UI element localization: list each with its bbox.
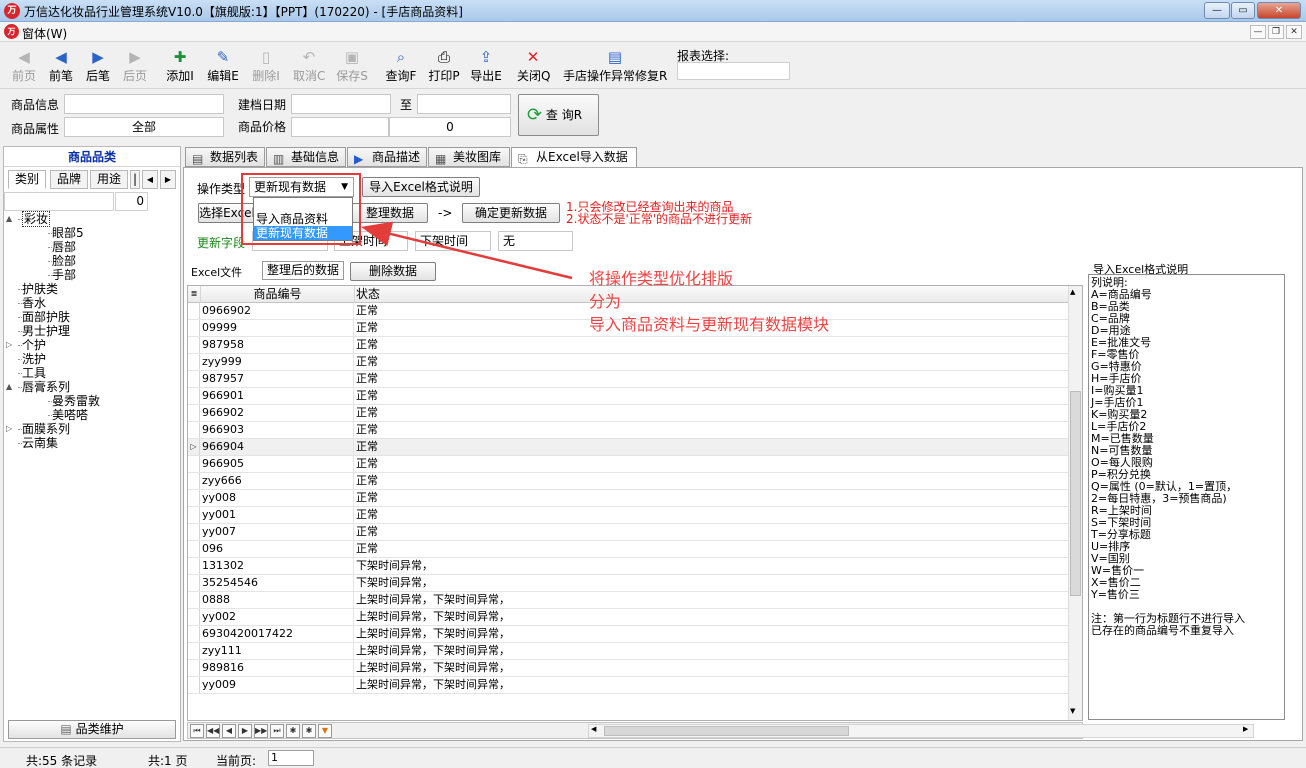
annotation-arrow <box>361 221 573 280</box>
annotation-text: 将操作类型优化排版 分为 导入商品资料与更新现有数据模块 <box>589 267 829 336</box>
annotation-line-2: 分为 <box>589 292 622 311</box>
annotation-line-1: 将操作类型优化排版 <box>589 269 734 288</box>
annotation-line-3: 导入商品资料与更新现有数据模块 <box>589 315 830 334</box>
